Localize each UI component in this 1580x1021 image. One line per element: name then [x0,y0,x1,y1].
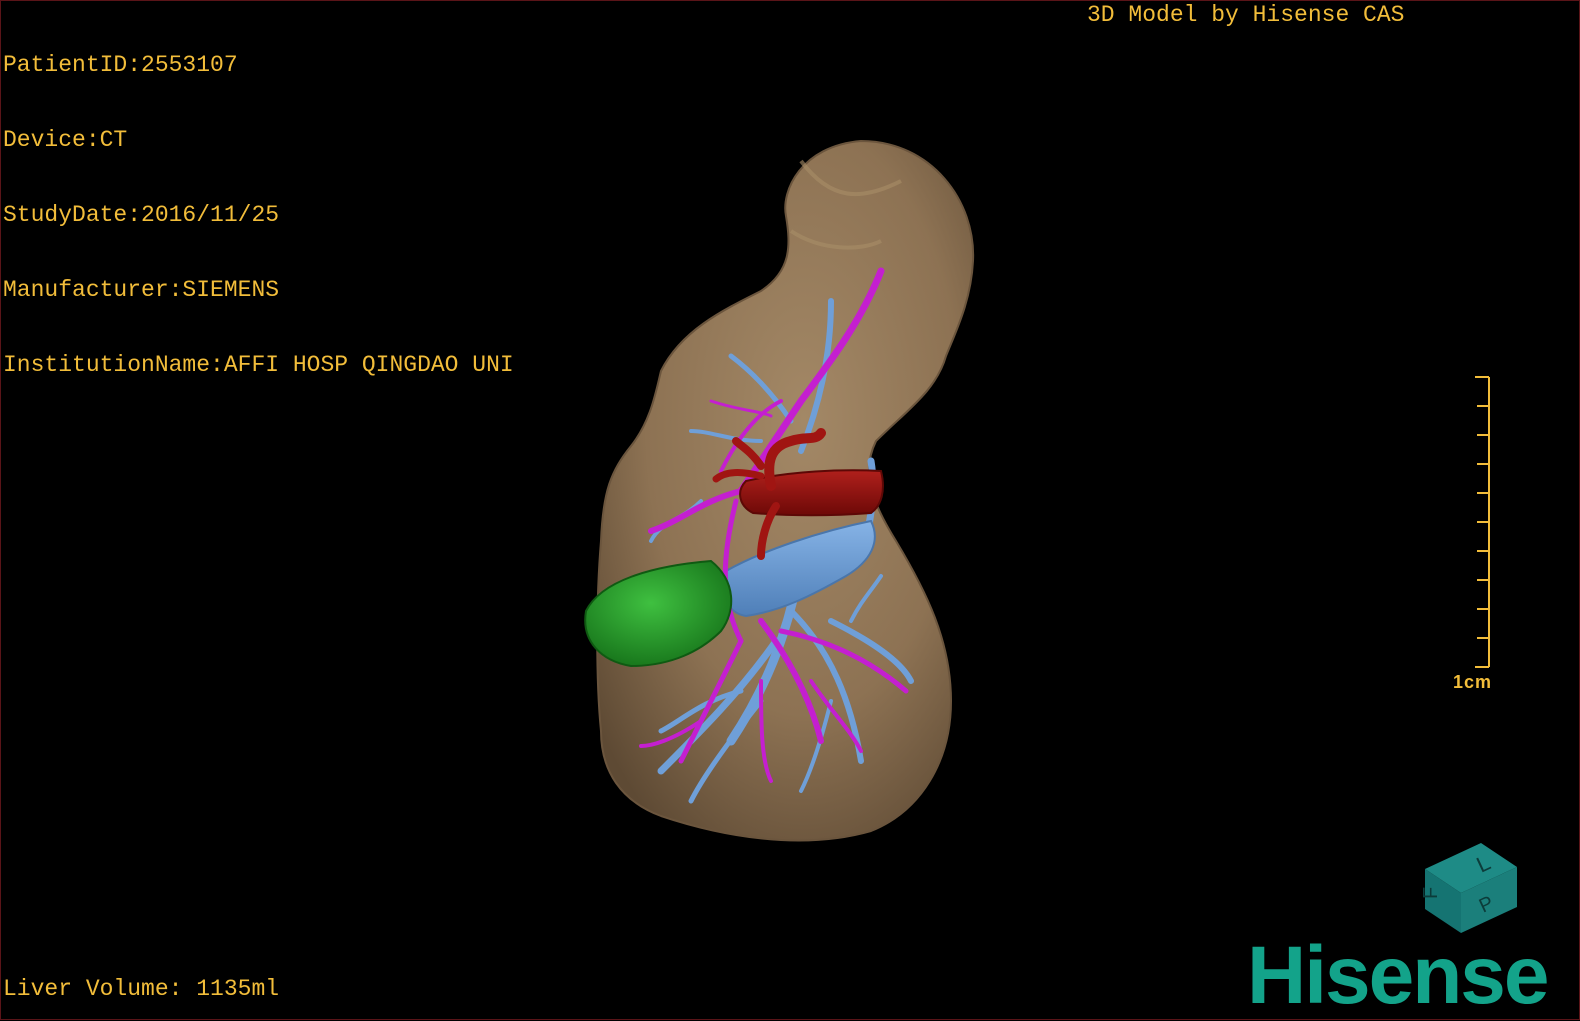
cube-label-f: F [1420,887,1442,899]
orientation-cube[interactable]: L F P [1420,843,1517,933]
liver-volume: Liver Volume: 1135ml [3,976,280,1002]
model-credit: 3D Model by Hisense CAS [1087,2,1405,28]
patient-info-overlay: PatientID:2553107 Device:CT StudyDate:20… [3,3,514,428]
device: Device:CT [3,127,128,153]
manufacturer: Manufacturer:SIEMENS [3,277,280,303]
scale-bar [1475,376,1490,668]
study-date: StudyDate:2016/11/25 [3,202,280,228]
hisense-logo: Hisense [1247,930,1550,1021]
3d-viewport[interactable]: L F P PatientID:2553107 Device:CT StudyD… [0,0,1580,1020]
institution-name: InstitutionName:AFFI HOSP QINGDAO UNI [3,352,514,378]
scale-bar-label: 1cm [1453,672,1493,692]
patient-id: PatientID:2553107 [3,52,238,78]
